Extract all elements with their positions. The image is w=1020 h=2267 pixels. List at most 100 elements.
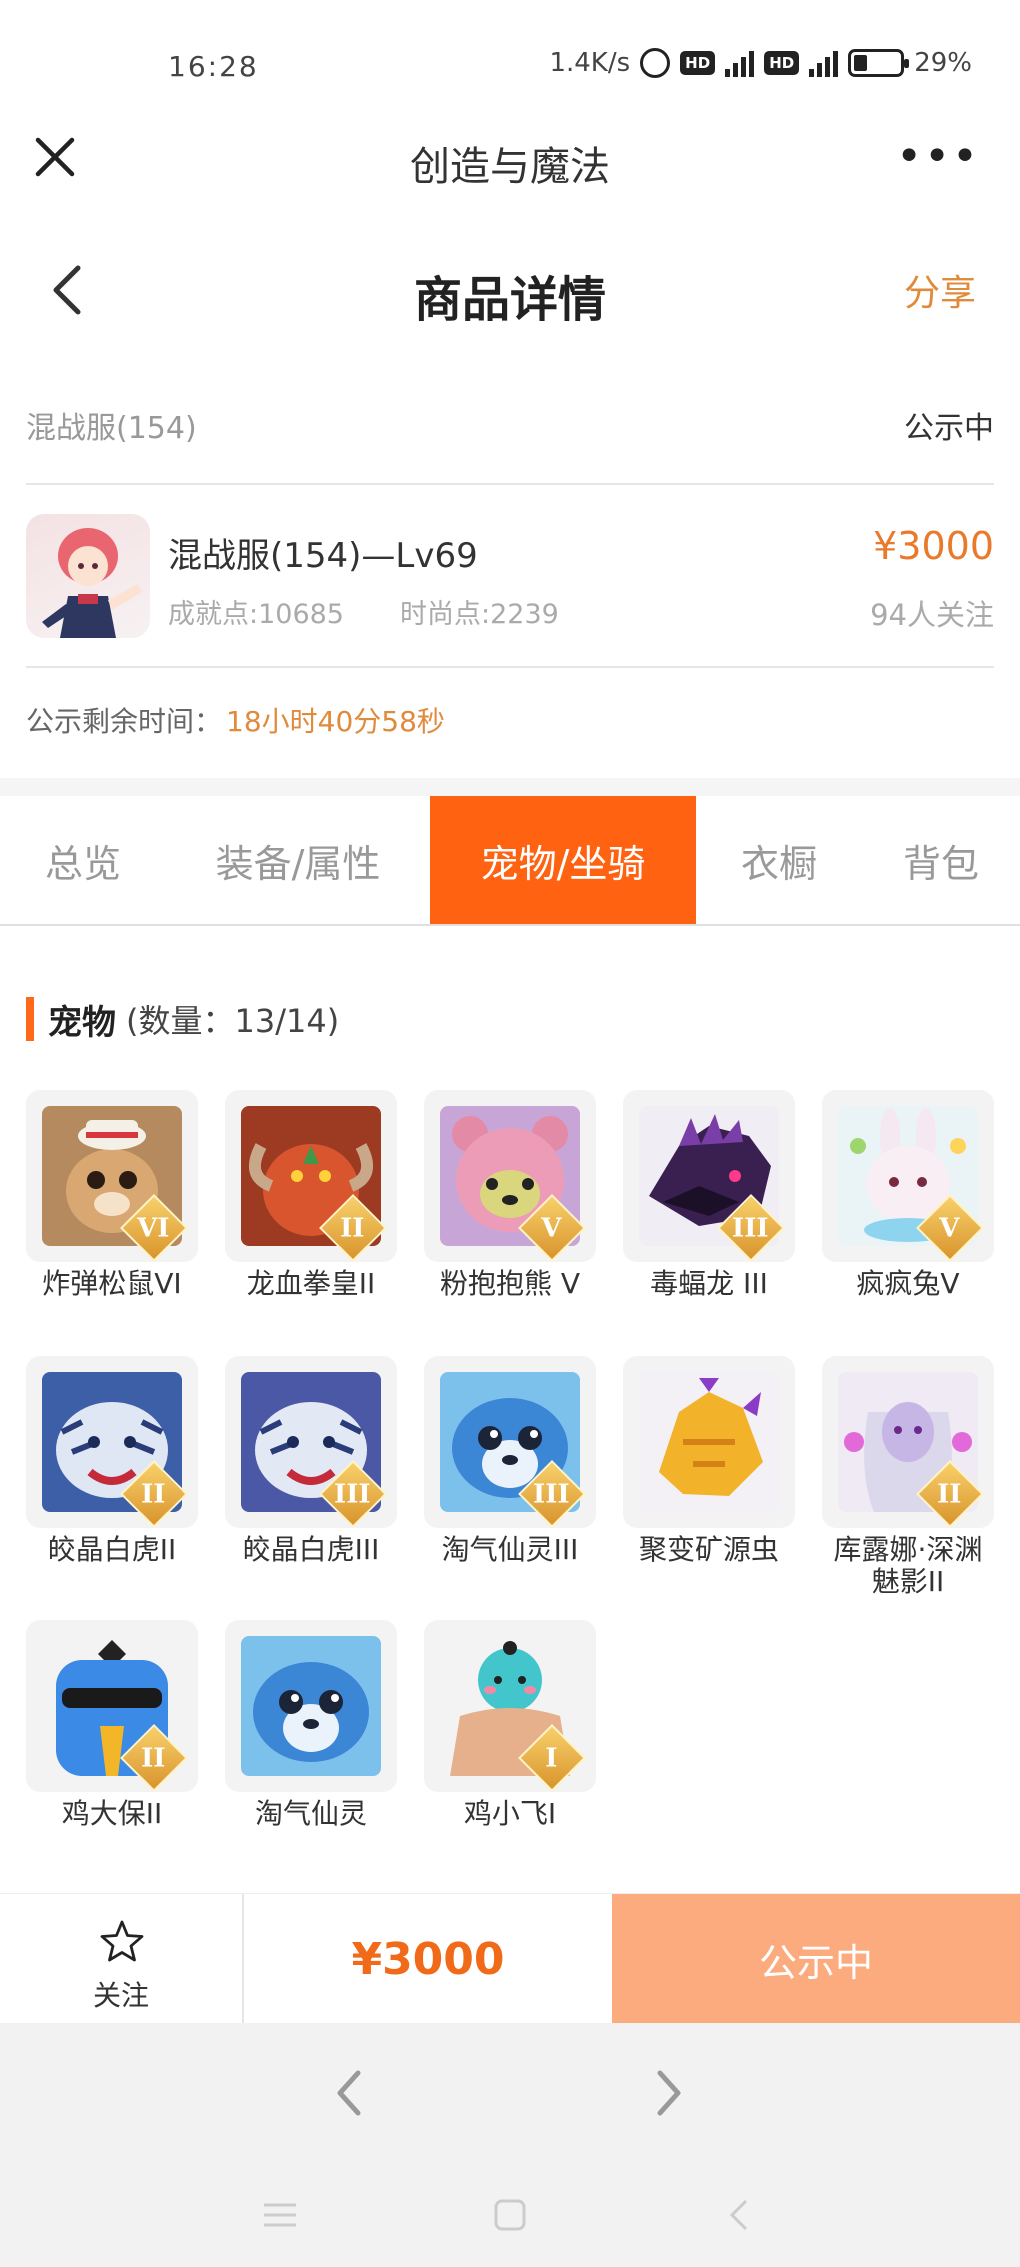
pet-section-header: 宠物 (数量：13/14): [26, 995, 339, 1043]
pet-card: II: [225, 1090, 397, 1262]
pet-card: I: [424, 1620, 596, 1792]
battery-icon: [848, 49, 910, 77]
server-row: 混战服(154) 公示中: [26, 395, 994, 485]
nav-bar: 商品详情 分享: [0, 240, 1020, 340]
title-bar: 创造与魔法 •••: [0, 110, 1020, 210]
pet-item[interactable]: V 疯疯兔V: [822, 1090, 994, 1300]
pet-name: 聚变矿源虫: [638, 1533, 779, 1566]
server-status: 公示中: [904, 411, 994, 446]
back-triangle-icon: [729, 2199, 748, 2231]
hd-badge: HD: [764, 51, 800, 75]
page-title: 商品详情: [413, 272, 606, 328]
menu-button[interactable]: [258, 2193, 302, 2237]
section-divider: [0, 778, 1020, 796]
pet-name: 龙血拳皇II: [246, 1267, 376, 1300]
star-icon: [100, 1920, 144, 1962]
status-button[interactable]: 公示中: [612, 1894, 1020, 2024]
pet-item[interactable]: 淘气仙灵: [225, 1620, 397, 1830]
pet-item[interactable]: V 粉抱抱熊 V: [424, 1090, 596, 1300]
system-nav-bar: [0, 2163, 1020, 2267]
remaining-value: 18小时40分58秒: [226, 705, 445, 738]
tab-wardrobe[interactable]: 衣橱: [696, 796, 862, 924]
achievement-points: 成就点:10685: [168, 599, 344, 630]
pet-item[interactable]: II 鸡大保II: [26, 1620, 198, 1830]
chevron-right-icon: [657, 2070, 681, 2116]
tab-overview[interactable]: 总览: [0, 796, 166, 924]
signal-icon: [725, 49, 755, 77]
pet-card: III: [623, 1090, 795, 1262]
pet-image: [241, 1636, 381, 1776]
menu-icon: [264, 2203, 296, 2227]
section-marker: [26, 997, 34, 1041]
more-button[interactable]: •••: [896, 135, 980, 179]
pet-card: III: [424, 1356, 596, 1528]
home-icon: [494, 2199, 526, 2231]
tab-bar: 总览 装备/属性 宠物/坐骑 衣橱 背包: [0, 796, 1020, 926]
fashion-points: 时尚点:2239: [400, 599, 559, 630]
pet-item[interactable]: II 皎晶白虎II: [26, 1356, 198, 1566]
pet-item[interactable]: II 龙血拳皇II: [225, 1090, 397, 1300]
status-time: 16:28: [168, 50, 259, 83]
item-name: 混战服(154)—Lv69: [168, 536, 478, 576]
battery-percent: 29%: [914, 48, 972, 78]
bottom-price: ¥3000: [351, 1933, 505, 1985]
pet-card: II: [822, 1356, 994, 1528]
character-avatar: [26, 514, 150, 638]
pet-card: II: [26, 1620, 198, 1792]
hd-badge: HD: [680, 51, 716, 75]
pet-card: [225, 1620, 397, 1792]
follower-count: 94人关注: [870, 598, 994, 632]
pet-name: 疯疯兔V: [856, 1267, 960, 1300]
follow-label: 关注: [92, 1979, 149, 2012]
browser-forward-button[interactable]: [646, 2065, 690, 2121]
bottom-action-bar: 关注 ¥3000 公示中: [0, 1893, 1020, 2024]
system-back-button[interactable]: [718, 2193, 762, 2237]
pet-image: [639, 1372, 779, 1512]
pet-item[interactable]: III 淘气仙灵III: [424, 1356, 596, 1566]
tab-equipment[interactable]: 装备/属性: [166, 796, 430, 924]
chevron-left-icon: [337, 2070, 361, 2116]
pet-name: 粉抱抱熊 V: [439, 1267, 581, 1300]
pet-name: 淘气仙灵: [254, 1797, 367, 1830]
alarm-icon: [640, 48, 671, 78]
pet-card: V: [822, 1090, 994, 1262]
item-price: ¥3000: [873, 524, 994, 568]
pet-card: V: [424, 1090, 596, 1262]
share-button[interactable]: 分享: [904, 264, 976, 316]
status-icons: 1.4K/s HD HD 29%: [549, 48, 972, 78]
pet-card: II: [26, 1356, 198, 1528]
network-speed: 1.4K/s: [549, 48, 631, 78]
pet-name: 库露娜·深渊魅影II: [833, 1533, 983, 1598]
home-button[interactable]: [488, 2193, 532, 2237]
pet-item[interactable]: I 鸡小飞I: [424, 1620, 596, 1830]
remaining-time: 公示剩余时间： 18小时40分58秒: [26, 700, 445, 740]
section-title: 宠物: [48, 1002, 116, 1043]
pet-name: 炸弹松鼠VI: [42, 1267, 182, 1300]
pet-item[interactable]: III 皎晶白虎III: [225, 1356, 397, 1566]
battery-fill: [854, 55, 868, 71]
pet-name: 淘气仙灵III: [441, 1533, 579, 1566]
pet-name: 鸡大保II: [61, 1797, 163, 1830]
pet-card: VI: [26, 1090, 198, 1262]
server-name: 混战服(154): [26, 411, 197, 446]
signal-icon: [809, 49, 839, 77]
pet-card: III: [225, 1356, 397, 1528]
browser-nav-bar: [0, 2023, 1020, 2163]
pet-name: 皎晶白虎III: [242, 1533, 380, 1566]
pet-name: 毒蝠龙 III: [650, 1267, 768, 1300]
pet-item[interactable]: II 库露娜·深渊魅影II: [822, 1356, 994, 1598]
pet-name: 鸡小飞I: [463, 1797, 557, 1830]
item-stats: 成就点:10685 时尚点:2239: [168, 592, 559, 631]
app-title: 创造与魔法: [410, 144, 610, 190]
tab-backpack[interactable]: 背包: [862, 796, 1020, 924]
follow-button[interactable]: 关注: [0, 1894, 244, 2024]
pet-card: [623, 1356, 795, 1528]
item-summary: 混战服(154)—Lv69 成就点:10685 时尚点:2239 ¥3000 9…: [26, 510, 994, 668]
tab-pets[interactable]: 宠物/坐骑: [430, 796, 696, 924]
remaining-label: 公示剩余时间：: [26, 705, 223, 738]
browser-back-button[interactable]: [328, 2065, 372, 2121]
section-count: (数量：13/14): [126, 1002, 340, 1040]
pet-item[interactable]: 聚变矿源虫: [623, 1356, 795, 1566]
pet-item[interactable]: III 毒蝠龙 III: [623, 1090, 795, 1300]
pet-item[interactable]: VI 炸弹松鼠VI: [26, 1090, 198, 1300]
